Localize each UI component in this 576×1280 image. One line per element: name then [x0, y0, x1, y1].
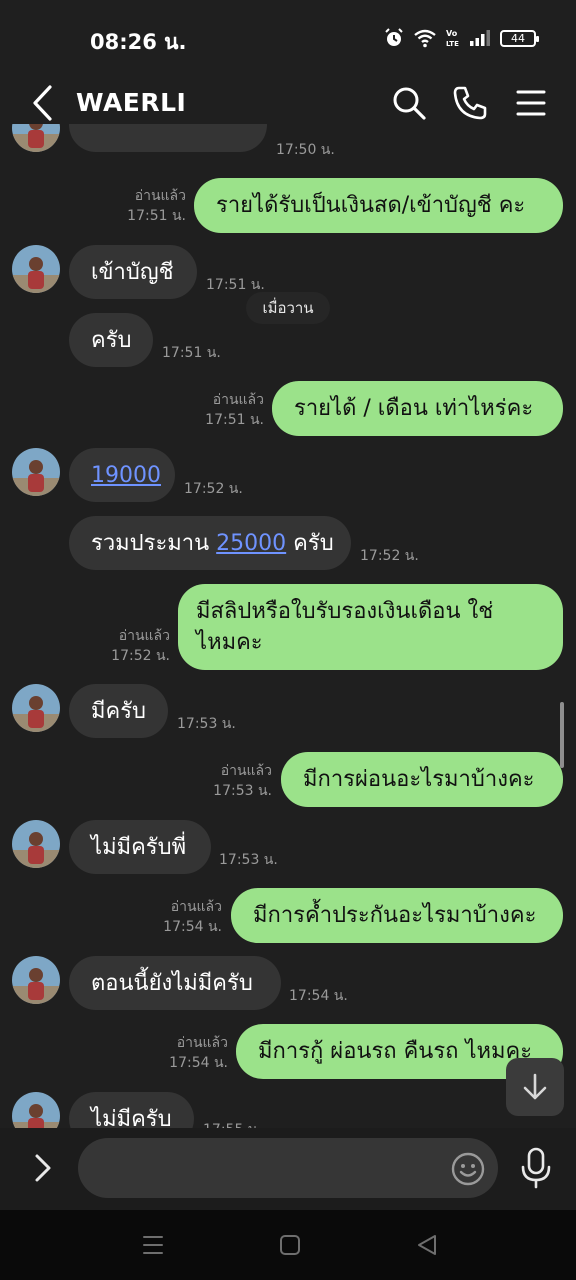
message-read-status: อ่านแล้ว 17:51 น. [127, 188, 186, 224]
message-input[interactable] [78, 1138, 498, 1198]
message-bubble-partial[interactable] [69, 124, 267, 152]
phone-icon[interactable] [451, 84, 489, 122]
avatar[interactable] [12, 245, 60, 293]
status-bar: 08:26 น. Vo LTE 44 [0, 0, 576, 60]
message-time: 17:55 น. [203, 1120, 262, 1128]
avatar[interactable] [12, 1092, 60, 1128]
emoji-icon[interactable] [451, 1152, 485, 1186]
back-button[interactable] [26, 84, 60, 122]
message-bubble-incoming[interactable]: มีครับ [69, 684, 168, 738]
avatar[interactable] [12, 820, 60, 868]
message-read-status: อ่านแล้ว 17:53 น. [213, 763, 272, 799]
message-bubble-outgoing[interactable]: มีสลิปหรือใบรับรองเงินเดือน ใช่ ไหมคะ [178, 584, 563, 670]
message-time: 17:51 น. [162, 345, 221, 361]
microphone-icon[interactable] [518, 1146, 554, 1190]
message-read-status: อ่านแล้ว 17:54 น. [163, 899, 222, 935]
message-bubble-incoming[interactable]: ตอนนี้ยังไม่มีครับ [69, 956, 281, 1010]
message-bubble-outgoing[interactable]: รายได้ / เดือน เท่าไหร่คะ [272, 381, 563, 436]
system-navigation-bar [0, 1210, 576, 1280]
chat-title: WAERLI [76, 88, 187, 117]
message-bubble-outgoing[interactable]: รายได้รับเป็นเงินสด/เข้าบัญชี คะ [194, 178, 563, 233]
scroll-to-bottom-button[interactable] [506, 1058, 564, 1116]
message-composer [0, 1128, 576, 1210]
battery-icon: 44 [500, 29, 539, 47]
message-bubble-incoming[interactable]: ครับ [69, 313, 153, 367]
message-time: 17:53 น. [177, 716, 236, 732]
message-bubble-outgoing[interactable]: มีการผ่อนอะไรมาบ้างคะ [281, 752, 563, 807]
volte-icon: Vo LTE [446, 29, 459, 48]
message-list[interactable]: 17:50 น. อ่านแล้ว 17:51 น. รายได้รับเป็นเ… [0, 124, 576, 1128]
message-bubble-incoming[interactable]: รวมประมาน 25000 ครับ [69, 516, 351, 570]
message-time: 17:52 น. [360, 548, 419, 564]
message-read-status: อ่านแล้ว 17:51 น. [205, 392, 264, 428]
message-bubble-incoming[interactable]: เข้าบัญชี [69, 245, 197, 299]
status-time: 08:26 น. [90, 30, 187, 54]
menu-icon[interactable] [512, 84, 550, 122]
search-icon[interactable] [390, 84, 428, 122]
message-read-status: อ่านแล้ว 17:52 น. [111, 628, 170, 664]
svg-text:Vo: Vo [446, 29, 458, 38]
status-icons: Vo LTE 44 [384, 26, 539, 50]
avatar[interactable] [12, 448, 60, 496]
expand-icon[interactable] [28, 1150, 58, 1186]
avatar[interactable] [12, 684, 60, 732]
message-time: 17:52 น. [184, 481, 243, 497]
message-time: 17:53 น. [219, 852, 278, 868]
number-link[interactable]: 25000 [216, 528, 286, 559]
svg-text:LTE: LTE [446, 40, 459, 48]
recent-apps-icon[interactable] [140, 1232, 166, 1258]
message-time: 17:50 น. [276, 142, 335, 158]
signal-icon [470, 30, 490, 46]
wifi-icon [414, 29, 436, 48]
message-bubble-outgoing[interactable]: มีการค้ำประกันอะไรมาบ้างคะ [231, 888, 563, 943]
date-separator: เมื่อวาน [246, 292, 330, 324]
message-time: 17:54 น. [289, 988, 348, 1004]
message-read-status: อ่านแล้ว 17:54 น. [169, 1035, 228, 1071]
back-nav-icon[interactable] [414, 1232, 440, 1258]
avatar[interactable] [12, 956, 60, 1004]
number-link[interactable]: 19000 [91, 460, 161, 491]
message-bubble-incoming[interactable]: 19000 [69, 448, 175, 502]
message-bubble-incoming[interactable]: ไม่มีครับพี่ [69, 820, 211, 874]
arrow-down-icon [523, 1073, 547, 1100]
home-icon[interactable] [277, 1232, 303, 1258]
message-bubble-incoming[interactable]: ไม่มีครับ [69, 1092, 194, 1128]
alarm-icon [385, 28, 403, 46]
avatar[interactable] [12, 124, 60, 152]
scrollbar[interactable] [560, 702, 564, 768]
